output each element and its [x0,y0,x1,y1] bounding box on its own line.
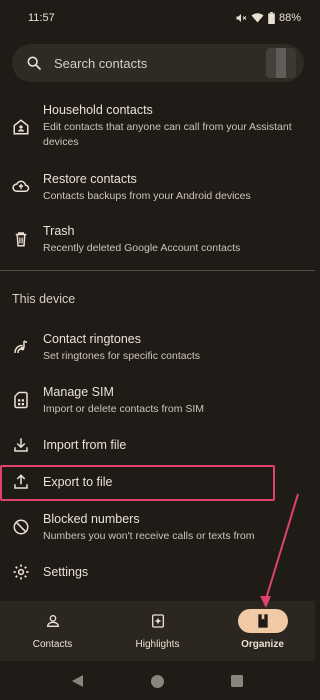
organize-icon [237,609,288,633]
import-icon [12,436,30,454]
ringtone-icon [12,338,30,356]
section-header-this-device: This device [12,292,76,306]
menu-item-settings[interactable]: Settings [0,563,315,585]
menu-item-title: Settings [43,565,89,579]
menu-item-subtitle: Set ringtones for specific contacts [43,350,200,362]
wifi-icon [251,13,264,23]
sim-icon [12,391,30,409]
back-icon[interactable] [72,675,84,687]
menu-item-restore-contacts[interactable]: Restore contacts Contacts backups from y… [0,171,315,207]
search-icon [27,56,41,70]
status-icons: 88% [235,12,301,24]
menu-item-title: Blocked numbers [43,512,140,526]
menu-item-title: Manage SIM [43,385,114,399]
menu-item-title: Export to file [43,475,113,489]
menu-item-subtitle: Recently deleted Google Account contacts [43,242,241,254]
search-input[interactable]: Search contacts [54,56,147,71]
settings-icon [12,563,30,581]
menu-item-subtitle: Numbers you won't receive calls or texts… [43,530,255,542]
menu-item-import-from-file[interactable]: Import from file [0,436,315,458]
nav-label: Organize [241,639,284,650]
menu-item-title: Trash [43,224,75,238]
nav-tab-contacts[interactable]: Contacts [0,609,105,650]
menu-item-title: Contact ringtones [43,332,141,346]
menu-item-contact-ringtones[interactable]: Contact ringtones Set ringtones for spec… [0,331,315,367]
block-icon [12,518,30,536]
bottom-navigation: Contacts Highlights Organize [0,601,315,661]
nav-tab-organize[interactable]: Organize [210,609,315,650]
highlights-icon [133,609,183,633]
home-icon[interactable] [151,675,164,688]
menu-item-title: Household contacts [43,103,153,117]
battery-icon [268,12,275,24]
menu-item-title: Import from file [43,438,127,452]
divider [0,270,315,271]
cloud-restore-icon [12,177,30,195]
menu-item-title: Restore contacts [43,172,137,186]
menu-item-trash[interactable]: Trash Recently deleted Google Account co… [0,223,315,259]
mute-icon [236,14,247,22]
avatar[interactable] [266,48,296,78]
search-bar[interactable]: Search contacts [12,44,304,82]
status-bar: 11:57 88% [0,0,315,36]
nav-label: Highlights [135,639,180,650]
battery-level: 88% [278,12,301,24]
menu-item-subtitle: Contacts backups from your Android devic… [43,190,251,202]
menu-item-subtitle: Import or delete contacts from SIM [43,403,205,415]
menu-item-export-to-file[interactable]: Export to file [0,473,315,495]
recents-icon[interactable] [231,675,243,687]
menu-item-subtitle: Edit contacts that anyone can call from … [43,121,292,148]
system-navigation-bar [0,661,315,700]
menu-item-manage-sim[interactable]: Manage SIM Import or delete contacts fro… [0,384,315,420]
status-time: 11:57 [28,12,55,24]
menu-item-blocked-numbers[interactable]: Blocked numbers Numbers you won't receiv… [0,511,315,547]
menu-item-household-contacts[interactable]: Household contacts Edit contacts that an… [0,102,315,154]
export-icon [12,473,30,491]
nav-label: Contacts [32,639,73,650]
nav-tab-highlights[interactable]: Highlights [105,609,210,650]
person-icon [28,609,78,633]
household-icon [12,118,30,136]
trash-icon [12,230,30,248]
